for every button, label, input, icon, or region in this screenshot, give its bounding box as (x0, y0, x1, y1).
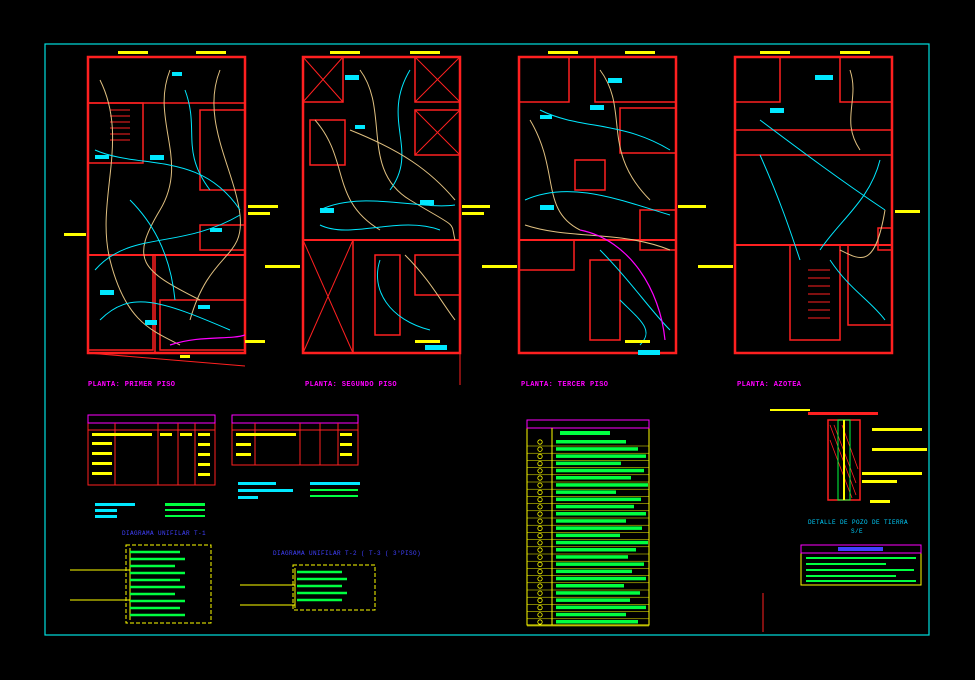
legend-description (556, 461, 621, 466)
electrical-symbol-icon (537, 439, 543, 445)
legend-description (556, 533, 620, 538)
plan-title-azotea: PLANTA: AZOTEA (737, 381, 802, 389)
electrical-symbol-icon (537, 496, 543, 503)
legend-description (556, 540, 648, 545)
legend-description (556, 591, 640, 595)
electrical-symbol-icon (537, 475, 543, 481)
legend-rows (527, 439, 649, 627)
legend-description (556, 526, 642, 530)
cad-drawing-sheet (44, 43, 930, 636)
legend-description (556, 476, 631, 480)
electrical-symbol-icon (537, 446, 543, 452)
unifilar-2-title: DIAGRAMA UNIFILAR T-2 ( T-3 ( 3°PISO) (273, 550, 422, 557)
electrical-symbol-icon (537, 576, 543, 582)
legend-description (556, 576, 646, 581)
legend-description (556, 612, 626, 617)
electrical-symbol-icon (537, 597, 543, 604)
legend-description (556, 468, 644, 473)
specs-table (800, 544, 922, 586)
electrical-symbol-icon (537, 525, 543, 532)
plan-title-primer-piso: PLANTA: PRIMER PISO (88, 381, 176, 389)
plan-tercer-piso (482, 51, 706, 355)
electrical-symbol-icon (537, 511, 543, 517)
plan-title-segundo-piso: PLANTA: SEGUNDO PISO (305, 381, 398, 389)
load-table-2 (231, 414, 359, 466)
plan-primer-piso (64, 51, 278, 367)
electrical-symbol-icon (537, 468, 543, 474)
legend-description (556, 519, 626, 523)
legend-description (556, 584, 624, 588)
electrical-symbol-icon (537, 590, 543, 596)
electrical-symbol-icon (537, 453, 543, 459)
plan-title-tercer-piso: PLANTA: TERCER PISO (521, 381, 609, 389)
ground-pit-detail (770, 409, 927, 503)
unifilar-1-title: DIAGRAMA UNIFILAR T-1 (122, 530, 207, 537)
unifilar-diagram-2 (240, 564, 376, 611)
electrical-symbol-icon (537, 561, 543, 568)
legend-description (556, 555, 628, 559)
legend-description (556, 440, 626, 444)
electrical-symbol-icon (537, 518, 543, 524)
legend-description (556, 548, 636, 552)
legend-description (556, 454, 646, 458)
plan-segundo-piso (265, 51, 490, 385)
plan-azotea (698, 51, 920, 355)
ground-pit-title: DETALLE DE POZO DE TIERRA (808, 519, 909, 526)
electrical-symbol-icon (537, 604, 543, 611)
legend-description (556, 512, 646, 516)
legend-description (556, 504, 634, 509)
legend-description (556, 620, 638, 624)
electrical-symbol-icon (537, 547, 543, 553)
legend-description (556, 605, 646, 610)
legend-description (556, 598, 630, 602)
electrical-symbol-icon (537, 612, 543, 618)
electrical-symbol-icon (537, 540, 543, 546)
electrical-symbol-icon (537, 619, 543, 625)
electrical-symbol-icon (537, 460, 543, 467)
electrical-symbol-icon (537, 489, 543, 495)
legend-description (556, 562, 644, 566)
electrical-symbol-icon (537, 568, 543, 575)
ground-pit-scale: S/E (851, 528, 864, 535)
legend-description (556, 569, 632, 574)
electrical-symbol-icon (537, 532, 543, 539)
legend-description (556, 490, 616, 494)
electrical-symbol-icon (537, 554, 543, 560)
legend-description (556, 447, 638, 451)
electrical-symbol-icon (537, 504, 543, 510)
notes-blocks (95, 482, 360, 518)
legend-description (556, 483, 648, 487)
electrical-symbol-icon (537, 482, 543, 488)
electrical-symbol-icon (537, 583, 543, 589)
unifilar-diagram-1 (70, 544, 212, 624)
load-table-1 (87, 414, 216, 486)
legend-description (556, 497, 641, 502)
